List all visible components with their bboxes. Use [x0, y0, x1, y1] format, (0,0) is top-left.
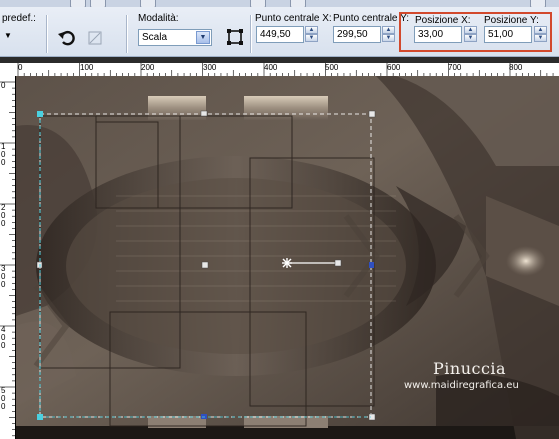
corner-handle[interactable] [368, 110, 376, 118]
horizontal-ruler-ticks [17, 63, 554, 76]
ruler-label: 0 [18, 63, 23, 72]
ruler-label: 400 [1, 325, 6, 350]
ruler-label: 500 [325, 63, 339, 72]
watermark-url: www.maidiregrafica.eu [404, 380, 519, 391]
preset-dropdown-arrow-icon[interactable]: ▼ [4, 31, 12, 40]
deform-mode-button[interactable] [224, 26, 246, 48]
edge-handle[interactable] [369, 262, 374, 268]
undo-arrow-icon [58, 30, 75, 46]
ruler-label: 100 [1, 142, 6, 167]
center-y-label: Punto centrale Y: [333, 13, 409, 24]
reset-button[interactable] [56, 27, 78, 49]
transform-icon [88, 31, 102, 45]
rotation-handle[interactable] [334, 259, 342, 267]
center-y-input[interactable]: 299,50 [333, 26, 381, 43]
position-fields-highlight [399, 12, 552, 52]
copy-icon[interactable] [250, 0, 266, 7]
ruler-label: 400 [264, 63, 278, 72]
apply-button[interactable] [84, 27, 106, 49]
preset-label: predef.: [2, 13, 36, 24]
info-icon[interactable] [290, 0, 306, 7]
ruler-corner [0, 63, 15, 76]
new-icon[interactable] [70, 0, 86, 7]
center-x-spinner[interactable]: ▲ ▼ [305, 26, 318, 43]
edge-handle[interactable] [200, 110, 208, 117]
mode-select[interactable]: Scala ▼ [138, 29, 212, 46]
top-toolbar-strip [0, 0, 559, 7]
ruler-label: 200 [141, 63, 155, 72]
horizontal-ruler: 0 100 200 300 400 500 600 700 800 [15, 63, 559, 77]
ruler-label: 300 [203, 63, 217, 72]
center-y-spinner[interactable]: ▲ ▼ [382, 26, 395, 43]
vertical-ruler-ticks [0, 81, 15, 437]
corner-handle[interactable] [368, 413, 376, 421]
pivot-point[interactable] [201, 261, 209, 269]
ruler-label: 700 [448, 63, 462, 72]
ruler-label: 800 [509, 63, 523, 72]
vertical-ruler: 0 100 200 300 400 500 [0, 76, 16, 439]
rotation-center-icon[interactable] [282, 258, 292, 268]
ruler-label: 300 [1, 264, 6, 289]
image-canvas[interactable]: Pinuccia www.maidiregrafica.eu [16, 76, 559, 439]
print-icon[interactable] [140, 0, 156, 7]
ruler-label: 0 [1, 81, 6, 90]
center-x-input[interactable]: 449,50 [256, 26, 304, 43]
ruler-label: 200 [1, 203, 6, 228]
chevron-down-icon[interactable]: ▼ [196, 31, 210, 44]
ruler-label: 600 [387, 63, 401, 72]
zoom-icon[interactable] [530, 0, 546, 7]
center-x-label: Punto centrale X: [255, 13, 332, 24]
ruler-label: 100 [80, 63, 94, 72]
open-icon[interactable] [90, 0, 106, 7]
mode-label: Modalità: [138, 13, 179, 24]
mode-value: Scala [142, 32, 168, 43]
ruler-label: 500 [1, 386, 6, 411]
bounding-box-icon [227, 29, 243, 45]
watermark-title: Pinuccia [433, 359, 507, 378]
